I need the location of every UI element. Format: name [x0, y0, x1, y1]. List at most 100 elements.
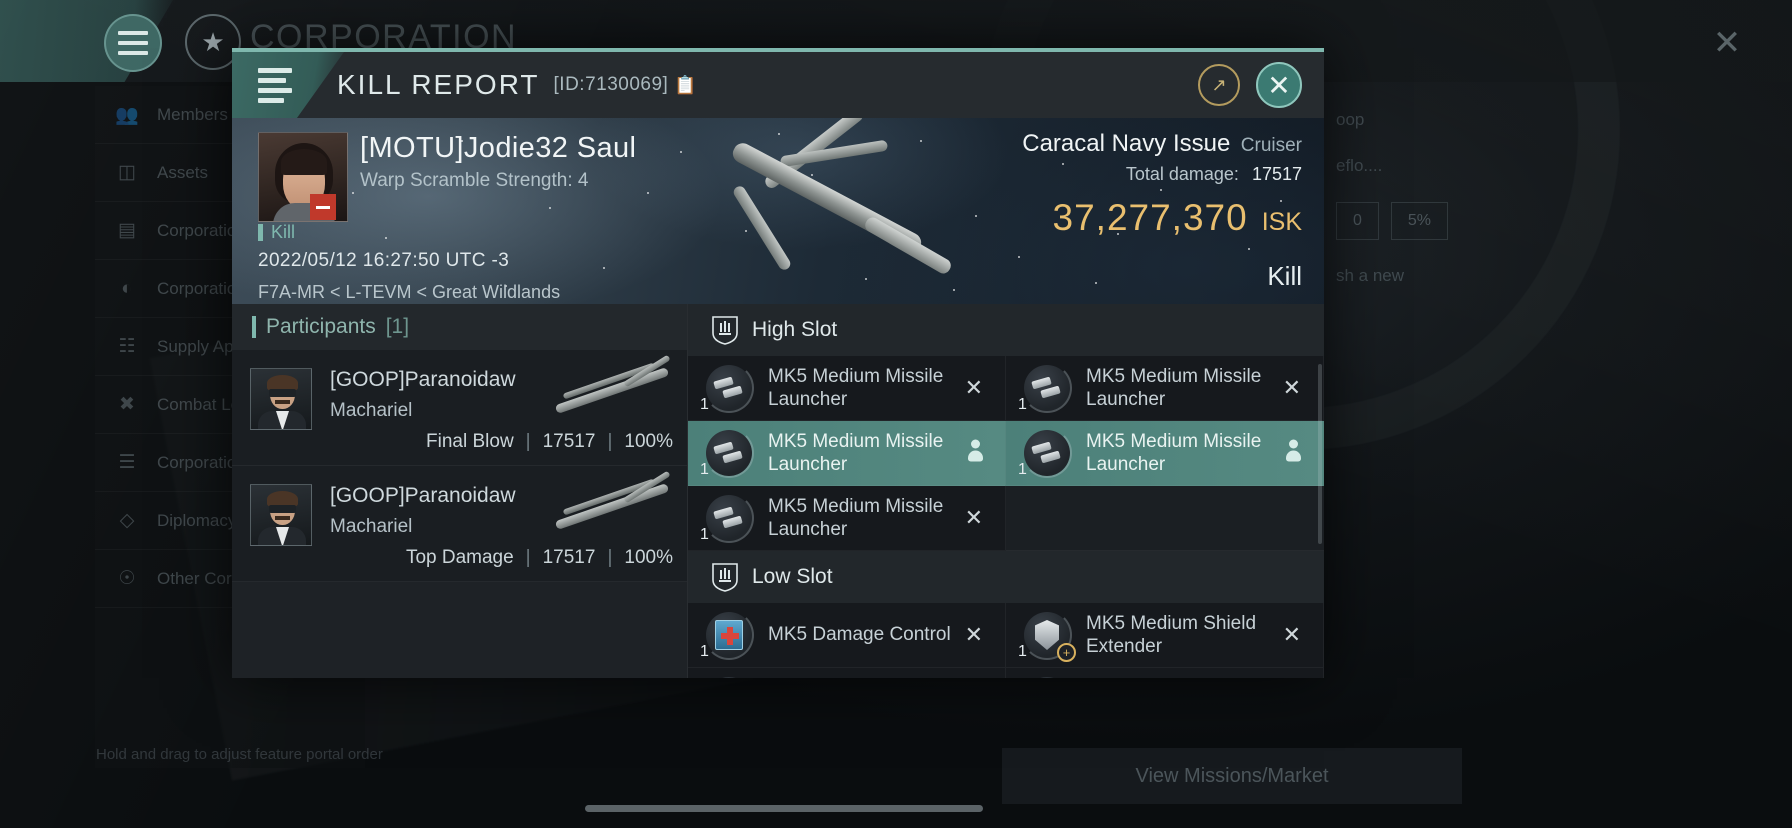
- sidebar-item-label: Assets: [157, 162, 209, 182]
- background-right-chips: 0 5%: [1336, 202, 1756, 240]
- view-missions-market-button[interactable]: View Missions/Market: [1002, 748, 1462, 804]
- module-quantity: 1: [700, 643, 709, 660]
- module-cell[interactable]: 1 MK5 Medium Missile Launcher ✕: [1006, 356, 1324, 421]
- participant-damage: 17517: [542, 547, 596, 568]
- ship-name: Caracal Navy Issue: [1022, 130, 1231, 157]
- corporation-log-icon: ☰: [118, 452, 136, 473]
- list-item[interactable]: [GOOP]Paranoidaw Machariel Top Damage | …: [232, 466, 687, 582]
- members-icon: 👥: [115, 104, 139, 126]
- external-link-icon[interactable]: ↗: [1198, 64, 1240, 106]
- fittings-scrollbar[interactable]: [1318, 364, 1322, 544]
- participant-stats: Final Blow | 17517 | 100%: [426, 431, 673, 453]
- person-icon[interactable]: [968, 439, 983, 467]
- assets-box-icon: ◫: [118, 162, 136, 183]
- module-name: MK5 Medium Missile Launcher: [1086, 365, 1262, 410]
- background-chip-2[interactable]: 5%: [1390, 202, 1449, 240]
- isk-currency-label: ISK: [1261, 208, 1302, 236]
- missile-launcher-icon: [704, 363, 754, 413]
- module-quantity: 1: [700, 461, 709, 478]
- background-close-icon[interactable]: ✕: [1704, 20, 1750, 66]
- avatar: [250, 368, 312, 430]
- shield-extender-icon: +: [1022, 610, 1076, 662]
- status-badge-bar: [258, 224, 263, 241]
- close-icon[interactable]: ✕: [1256, 62, 1302, 108]
- module-cell[interactable]: 1 MK5 Damage Control ✕: [688, 603, 1006, 668]
- kill-timestamp: 2022/05/12 16:27:50 UTC -3: [258, 250, 510, 271]
- corporation-wallet-pie-icon: ◐: [121, 277, 133, 299]
- copy-icon[interactable]: 📋: [674, 75, 696, 96]
- background-right-panel: oop eflo.... 0 5% sh a new: [1336, 110, 1756, 312]
- victim-ship-artwork: [662, 118, 992, 304]
- participant-ship: Machariel: [330, 400, 413, 421]
- participant-stats: Top Damage | 17517 | 100%: [406, 547, 673, 569]
- module-quantity: 1: [1018, 461, 1027, 478]
- bottom-scrollbar-handle[interactable]: [585, 805, 983, 812]
- ship-name-row: Caracal Navy Issue Cruiser: [1022, 130, 1302, 158]
- missile-launcher-icon: [1022, 363, 1072, 413]
- background-right-line-2: eflo....: [1336, 156, 1383, 175]
- page-title: KILL REPORT: [337, 69, 540, 100]
- kill-report-id: [ID:7130069]: [553, 74, 669, 95]
- status-badge: Kill: [258, 222, 295, 243]
- module-cell[interactable]: 1 MK5 Medium Missile Launcher: [1006, 421, 1324, 486]
- module-cell[interactable]: 1 MK5 Medium Shield Boo ✕: [1006, 668, 1324, 678]
- module-name: MK5 Damage Control: [768, 624, 951, 646]
- participant-name: [GOOP]Paranoidaw: [330, 484, 516, 507]
- avatar: [250, 484, 312, 546]
- module-cell[interactable]: 1 MK5 Medium Missile Launcher ✕: [688, 486, 1006, 551]
- close-x-icon[interactable]: ✕: [965, 375, 983, 401]
- kill-report-modal: KILL REPORT [ID:7130069] 📋 ↗ ✕ [MOTU]Jod…: [232, 48, 1324, 678]
- kill-result-label: Kill: [1267, 261, 1302, 291]
- slot-title: Low Slot: [752, 565, 833, 588]
- module-quantity: 1: [1018, 396, 1027, 413]
- module-cell[interactable]: + 1 MK5 Medium Shield Extender ✕: [1006, 603, 1324, 668]
- list-item[interactable]: [GOOP]Paranoidaw Machariel Final Blow | …: [232, 350, 687, 466]
- separator: |: [525, 431, 531, 452]
- high-slot-header: High Slot: [688, 304, 1324, 356]
- total-damage-label: Total damage:: [1125, 164, 1239, 184]
- close-x-icon[interactable]: ✕: [965, 505, 983, 531]
- person-icon[interactable]: [1286, 439, 1301, 467]
- separator: |: [607, 431, 613, 452]
- module-name: MK5 Medium Missile Launcher: [1086, 430, 1262, 475]
- background-bottom-note: Hold and drag to adjust feature portal o…: [96, 745, 383, 763]
- standing-negative-icon: [310, 194, 336, 220]
- background-hamburger-icon[interactable]: [104, 14, 162, 72]
- slot-shield-icon: [712, 562, 738, 592]
- supply-approval-icon: ☷: [118, 336, 136, 357]
- participant-name: [GOOP]Paranoidaw: [330, 368, 516, 391]
- module-name: MK5 Medium Missile Launcher: [768, 430, 944, 475]
- low-slot-modules: 1 MK5 Damage Control ✕ + 1 MK5 Medium Sh…: [688, 603, 1324, 678]
- sidebar-item-label: Diplomacy: [157, 510, 237, 530]
- separator: |: [525, 547, 531, 568]
- kill-location: F7A-MR < L-TEVM < Great Wildlands: [258, 282, 561, 302]
- status-badge-label: Kill: [271, 222, 296, 242]
- missile-launcher-icon: [1022, 428, 1072, 478]
- module-cell[interactable]: 1 MK5 Medium Missile Launcher: [688, 421, 1006, 486]
- other-corporations-star-icon: ☉: [118, 568, 136, 589]
- participants-count: [1]: [385, 315, 410, 338]
- participant-role: Top Damage: [405, 547, 514, 568]
- participant-ship-artwork: [547, 354, 677, 418]
- module-cell[interactable]: 1 MK5 Medium Missile Launcher ✕: [688, 356, 1006, 421]
- participant-percent: 100%: [624, 547, 673, 568]
- modal-header-actions: ↗ ✕: [1198, 62, 1324, 108]
- diplomacy-handshake-icon: ◇: [119, 510, 135, 531]
- module-name: MK5 Medium Shield Extender: [1086, 612, 1257, 657]
- victim-banner: [MOTU]Jodie32 Saul Warp Scramble Strengt…: [232, 118, 1324, 304]
- participant-role: Final Blow: [426, 431, 514, 452]
- close-x-icon[interactable]: ✕: [1283, 622, 1301, 648]
- module-quantity: 1: [1018, 643, 1027, 660]
- module-cell[interactable]: 1 MK5 Adaptive ✕: [688, 668, 1006, 678]
- slot-title: High Slot: [752, 318, 838, 341]
- participant-ship: Machariel: [330, 516, 413, 537]
- module-quantity: 1: [700, 526, 709, 543]
- close-x-icon[interactable]: ✕: [965, 622, 983, 648]
- participant-damage: 17517: [542, 431, 596, 452]
- module-name: MK5 Medium Shield Boo: [1086, 677, 1286, 679]
- module-quantity: 1: [700, 396, 709, 413]
- hamburger-icon[interactable]: [258, 67, 292, 103]
- background-chip-1[interactable]: 0: [1336, 202, 1379, 240]
- isk-amount: 37,277,370: [1052, 197, 1248, 238]
- close-x-icon[interactable]: ✕: [1283, 375, 1301, 401]
